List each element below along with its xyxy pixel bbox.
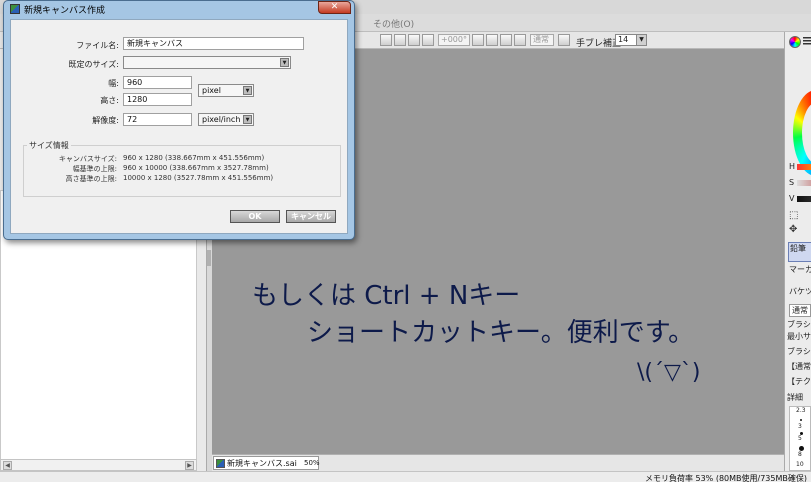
brush-density-label: ブラシ濃 <box>787 347 811 356</box>
toolbar-button[interactable] <box>486 34 498 46</box>
tool-bucket-label[interactable]: バケツ <box>789 286 811 297</box>
resolution-unit-value: pixel/inch <box>202 115 241 124</box>
memory-status: メモリ負荷率 53% (80MB使用/735MB確保) <box>644 474 807 482</box>
chevron-down-icon: ▼ <box>243 86 252 95</box>
close-button[interactable]: ✕ <box>318 1 351 14</box>
cancel-button[interactable]: キャンセル <box>286 210 336 223</box>
height-limit-value: 10000 x 1280 (3527.78mm x 451.556mm) <box>123 174 274 182</box>
status-bar: メモリ負荷率 53% (80MB使用/735MB確保) <box>0 471 811 482</box>
saturation-slider[interactable] <box>797 180 811 186</box>
hue-label: H <box>789 162 796 171</box>
hue-slider[interactable] <box>797 164 811 170</box>
sai-app-icon <box>10 4 20 14</box>
resolution-input[interactable]: 72 <box>123 113 192 126</box>
stabilizer-select[interactable]: 14 ▼ <box>615 34 647 46</box>
document-tab-name: 新規キャンバス.sai <box>227 459 297 468</box>
min-size-label: 最小サ <box>787 332 811 341</box>
menu-item-other[interactable]: その他(O) <box>373 17 414 30</box>
tool-pencil-label: 鉛筆 <box>790 244 806 253</box>
panel-splitter[interactable] <box>207 250 211 266</box>
dialog-title: 新規キャンバス作成 <box>24 6 106 16</box>
tool-marker-label[interactable]: マーカー <box>789 264 811 275</box>
value-label: V <box>789 194 795 203</box>
toolbar-button[interactable] <box>394 34 406 46</box>
toolbar-button[interactable] <box>408 34 420 46</box>
move-cross-icon[interactable]: ✥ <box>789 224 797 235</box>
color-wheel-icon[interactable] <box>789 36 801 48</box>
height-label: 高さ: <box>100 96 119 105</box>
canvas-size-label: キャンバスサイズ: <box>58 155 117 163</box>
brush-size-option[interactable]: 2.3 <box>796 407 806 414</box>
close-icon: ✕ <box>330 2 339 12</box>
height-limit-label: 高さ基準の上限: <box>65 175 117 183</box>
resolution-unit-select[interactable]: pixel/inch ▼ <box>198 113 254 126</box>
right-panel: H S V ⬚ ✥ 鉛筆 マーカー バケツ 通常 ブラシサ 最小サ ブラシ濃 【… <box>784 32 811 471</box>
brush-shape-select[interactable]: 【通常 <box>787 361 811 372</box>
selection-rect-icon[interactable]: ⬚ <box>789 210 798 221</box>
scroll-right-icon[interactable]: ▶ <box>185 461 194 470</box>
handwriting-line-1: もしくは Ctrl + Nキー <box>252 281 520 311</box>
detail-settings-toggle[interactable]: 詳細 <box>787 392 803 403</box>
dialog-body: ファイル名: 新規キャンバス 既定のサイズ: ▼ 幅: 960 高さ: 1280… <box>10 19 348 234</box>
menu-lines-icon[interactable] <box>803 37 811 45</box>
preset-size-select[interactable]: ▼ <box>123 56 291 69</box>
size-unit-select[interactable]: pixel ▼ <box>198 84 254 97</box>
rotation-angle-field[interactable]: +000° <box>438 34 470 46</box>
brush-size-palette[interactable]: 2.3 3 5 8 10 <box>789 406 811 471</box>
preset-size-label: 既定のサイズ: <box>68 60 119 69</box>
canvas-size-value: 960 x 1280 (338.667mm x 451.556mm) <box>123 154 265 162</box>
document-tab-bar: 新規キャンバス.sai 50% <box>212 454 784 471</box>
handwriting-line-2: ショートカットキー。便利です。 <box>307 318 694 348</box>
new-canvas-dialog: 新規キャンバス作成 ✕ ファイル名: 新規キャンバス 既定のサイズ: ▼ 幅: … <box>3 0 355 240</box>
sai-app-icon <box>216 459 225 468</box>
toolbar-button[interactable] <box>514 34 526 46</box>
chevron-down-icon: ▼ <box>636 35 646 45</box>
brush-blend-mode-select[interactable]: 通常 <box>789 304 811 317</box>
brush-size-option[interactable]: 10 <box>796 461 804 468</box>
saturation-label: S <box>789 178 795 187</box>
value-slider[interactable] <box>797 196 811 202</box>
size-unit-value: pixel <box>202 86 221 95</box>
brush-size-option[interactable]: 5 <box>798 435 802 442</box>
brush-size-dot <box>800 419 802 421</box>
dialog-titlebar[interactable]: 新規キャンバス作成 ✕ <box>4 1 354 17</box>
scroll-left-icon[interactable]: ◀ <box>3 461 12 470</box>
document-zoom: 50% <box>304 459 320 467</box>
brush-texture-select[interactable]: 【テクス <box>787 376 811 387</box>
resolution-label: 解像度: <box>92 116 119 125</box>
toolbar-button[interactable] <box>472 34 484 46</box>
ok-button[interactable]: OK <box>230 210 280 223</box>
chevron-down-icon: ▼ <box>243 115 252 124</box>
toolbar-button[interactable] <box>380 34 392 46</box>
brush-size-option[interactable]: 3 <box>798 423 802 430</box>
chevron-down-icon: ▼ <box>280 58 289 67</box>
width-input[interactable]: 960 <box>123 76 192 89</box>
horizontal-scrollbar[interactable]: ◀ ▶ <box>0 459 197 471</box>
toolbar-button[interactable] <box>500 34 512 46</box>
filename-input[interactable]: 新規キャンバス <box>123 37 304 50</box>
width-label: 幅: <box>108 79 119 88</box>
stabilizer-value: 14 <box>618 35 629 44</box>
tool-pencil[interactable]: 鉛筆 <box>788 242 811 262</box>
toolbar-button[interactable] <box>422 34 434 46</box>
size-info-legend: サイズ情報 <box>27 140 71 151</box>
toolbar-button[interactable] <box>558 34 570 46</box>
document-tab[interactable]: 新規キャンバス.sai 50% <box>213 456 320 470</box>
handwriting-line-3: \(´▽`) <box>637 360 701 385</box>
filename-label: ファイル名: <box>76 41 119 50</box>
brush-size-option[interactable]: 8 <box>798 451 802 458</box>
height-input[interactable]: 1280 <box>123 93 192 106</box>
width-limit-label: 幅基準の上限: <box>72 165 117 173</box>
blend-mode-select[interactable]: 通常 <box>530 34 554 46</box>
brush-size-label: ブラシサ <box>787 320 811 329</box>
width-limit-value: 960 x 10000 (338.667mm x 3527.78mm) <box>123 164 269 172</box>
